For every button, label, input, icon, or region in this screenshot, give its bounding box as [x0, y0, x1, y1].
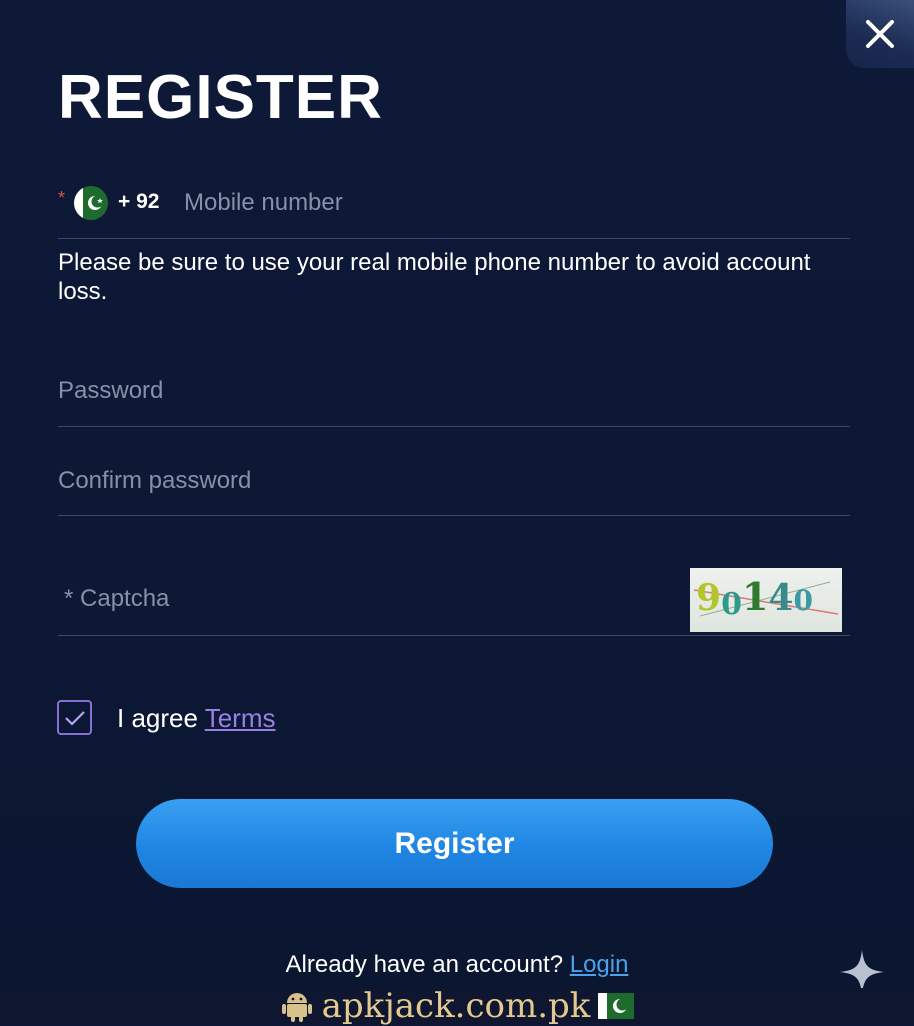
page-title: REGISTER	[58, 63, 383, 132]
phone-notice: Please be sure to use your real mobile p…	[58, 249, 811, 305]
login-question: Already have an account?	[285, 951, 564, 978]
pakistan-flag-icon[interactable]	[74, 186, 108, 220]
password-field[interactable]: Password	[58, 365, 850, 427]
login-prompt: Already have an account? Login	[0, 951, 914, 979]
confirm-password-input[interactable]: Confirm password	[58, 467, 251, 495]
confirm-password-field[interactable]: Confirm password	[58, 455, 850, 516]
pakistan-flag-icon	[598, 993, 635, 1019]
captcha-image[interactable]: 90140 90140	[690, 568, 842, 632]
required-mark: *	[58, 188, 66, 208]
agree-text: I agree	[117, 703, 198, 733]
password-input[interactable]: Password	[58, 377, 163, 405]
agree-checkbox[interactable]	[57, 700, 92, 735]
country-code[interactable]: + 92	[118, 190, 159, 214]
watermark-bar: apkjack.com.pk	[0, 986, 914, 1026]
watermark-text: apkjack.com.pk	[321, 986, 591, 1026]
captcha-field[interactable]: * Captcha 90140 90140	[58, 565, 850, 636]
close-button[interactable]	[846, 0, 914, 68]
terms-link[interactable]: Terms	[205, 703, 276, 733]
mobile-number-field[interactable]: * + 92 Mobile number	[58, 178, 850, 239]
android-icon	[281, 993, 312, 1022]
login-link[interactable]: Login	[570, 951, 629, 978]
captcha-input[interactable]: * Captcha	[64, 585, 169, 613]
register-dialog: REGISTER * + 92 Mobile number Please be …	[0, 0, 914, 994]
checkmark-icon	[64, 710, 85, 726]
svg-text:90140: 90140	[696, 574, 813, 622]
agree-label: I agree Terms	[117, 703, 276, 734]
close-icon	[866, 20, 894, 48]
mobile-number-input[interactable]: Mobile number	[184, 189, 343, 217]
register-button[interactable]: Register	[136, 799, 773, 888]
